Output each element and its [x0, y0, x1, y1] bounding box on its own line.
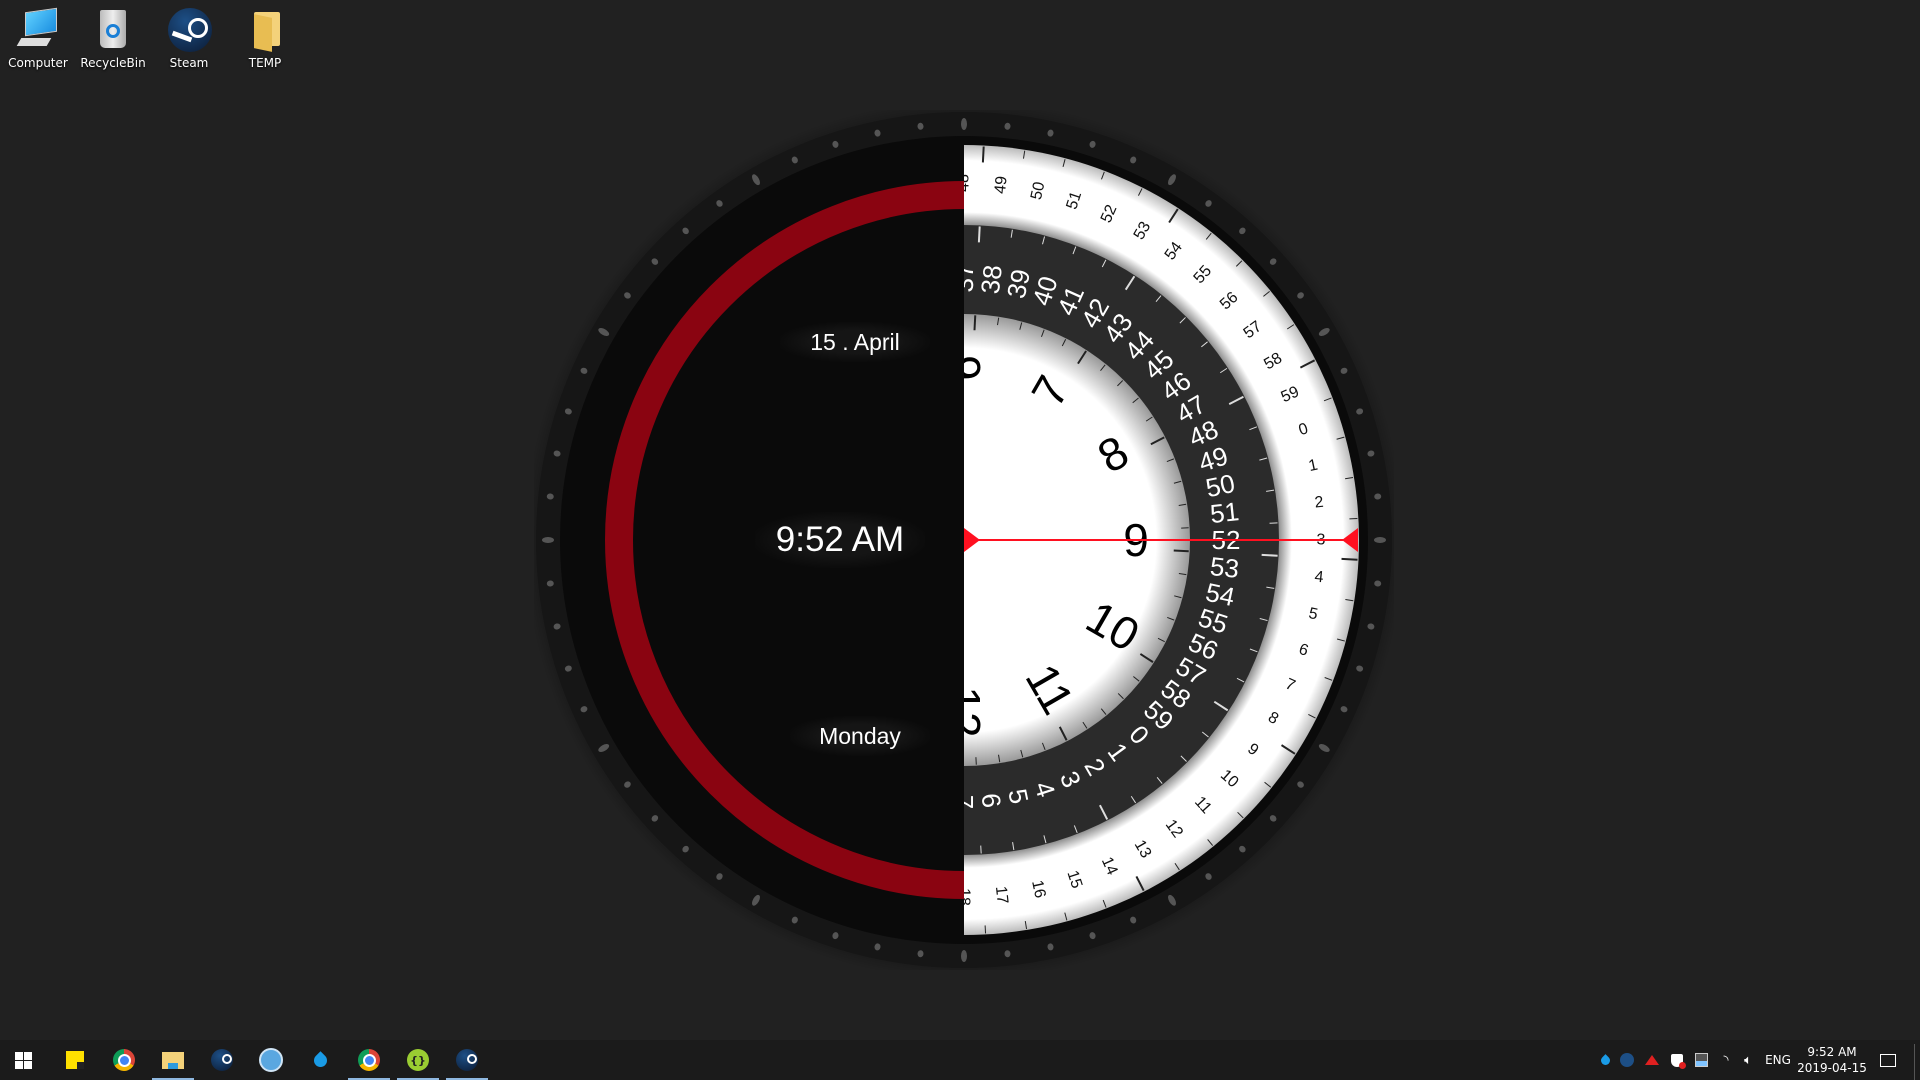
minutes-tick — [977, 226, 981, 243]
tray-security[interactable] — [1668, 1040, 1686, 1080]
bezel-dot — [1374, 537, 1386, 543]
bezel-dot — [542, 537, 554, 543]
folder-icon — [242, 6, 288, 52]
desktop-icon-recyclebin[interactable]: RecycleBin — [76, 6, 150, 70]
tray-wifi[interactable]: ◝ — [1716, 1040, 1736, 1080]
tray-steam[interactable] — [1618, 1040, 1636, 1080]
tray-date: 2019-04-15 — [1797, 1061, 1867, 1075]
droplet-circle-icon — [259, 1048, 283, 1072]
shield-warning-icon — [1671, 1053, 1686, 1069]
desktop-icon-label: RecycleBin — [80, 56, 146, 70]
steam-icon — [456, 1049, 478, 1071]
taskbar-app-sticky-notes[interactable] — [52, 1040, 98, 1080]
taskbar-app-chrome-2[interactable] — [346, 1040, 392, 1080]
steam-icon — [166, 6, 212, 52]
seconds-label: 50 — [1028, 180, 1048, 201]
seconds-label: 49 — [992, 175, 1011, 195]
tray-language[interactable]: ENG — [1762, 1040, 1794, 1080]
desktop-icon-label: Steam — [169, 56, 209, 70]
taskbar-app-water[interactable] — [297, 1040, 343, 1080]
tray-time: 9:52 AM — [1807, 1045, 1857, 1059]
sticky-notes-icon — [66, 1051, 84, 1069]
taskbar-app-brackets[interactable]: {} — [395, 1040, 441, 1080]
seconds-tick — [981, 146, 985, 163]
water-drop-icon — [310, 1050, 330, 1070]
steam-icon — [211, 1049, 233, 1071]
battery-icon — [1694, 1053, 1708, 1067]
taskbar-app-chrome[interactable] — [101, 1040, 147, 1080]
hours-tick — [973, 315, 977, 331]
chart-triangle-icon — [1645, 1055, 1659, 1065]
tray-volume[interactable]: 🔈︎ — [1738, 1040, 1758, 1080]
clock-widget: 012345678910111213141516171848 49 50 515253… — [534, 110, 1394, 970]
windows-icon — [14, 1051, 32, 1069]
bezel-dot — [961, 118, 967, 130]
folder-icon — [162, 1051, 184, 1069]
tray-water-drop[interactable] — [1596, 1040, 1614, 1080]
water-drop-icon — [1598, 1053, 1612, 1067]
desktop-icon-computer[interactable]: Computer — [1, 6, 75, 70]
notification-icon — [1880, 1053, 1896, 1067]
computer-icon — [15, 6, 61, 52]
bezel-dot — [961, 950, 967, 962]
taskbar-app-file-explorer[interactable] — [150, 1040, 196, 1080]
clock-time: 9:52 AM — [755, 512, 925, 568]
seconds-label: 2 — [1314, 494, 1325, 512]
taskbar-app-steam[interactable] — [199, 1040, 245, 1080]
volume-icon: 🔈︎ — [1744, 1052, 1752, 1068]
seconds-label: 17 — [992, 885, 1011, 905]
minutes-tick — [1261, 553, 1278, 557]
action-center-button[interactable] — [1874, 1040, 1902, 1080]
desktop-icon-label: TEMP — [248, 56, 282, 70]
clock-day: Monday — [790, 716, 930, 756]
show-desktop-button[interactable] — [1914, 1044, 1915, 1080]
taskbar: {} ◝ 🔈︎ ENG 9:52 AM 2019-04-15 — [0, 1040, 1920, 1080]
chrome-icon — [358, 1049, 380, 1071]
desktop-icon-label: Computer — [8, 56, 68, 70]
seconds-label: 16 — [1028, 879, 1048, 900]
brackets-icon: {} — [407, 1049, 429, 1071]
start-button[interactable] — [0, 1040, 46, 1080]
tray-battery[interactable] — [1692, 1040, 1710, 1080]
hours-tick — [1173, 549, 1189, 553]
recycle-bin-icon — [90, 6, 136, 52]
clock-date: 15 . April — [780, 322, 930, 362]
seconds-tick — [1341, 557, 1358, 561]
tray-network-monitor[interactable] — [1642, 1040, 1662, 1080]
desktop-icon-steam[interactable]: Steam — [152, 6, 226, 70]
taskbar-app-steam-2[interactable] — [444, 1040, 490, 1080]
seconds-label: 4 — [1314, 568, 1325, 586]
taskbar-app-droplet[interactable] — [248, 1040, 294, 1080]
steam-icon — [1620, 1053, 1634, 1067]
desktop-icon-temp[interactable]: TEMP — [228, 6, 302, 70]
chrome-icon — [113, 1049, 135, 1071]
wifi-icon: ◝ — [1723, 1052, 1729, 1068]
tray-clock[interactable]: 9:52 AM 2019-04-15 — [1796, 1040, 1868, 1080]
